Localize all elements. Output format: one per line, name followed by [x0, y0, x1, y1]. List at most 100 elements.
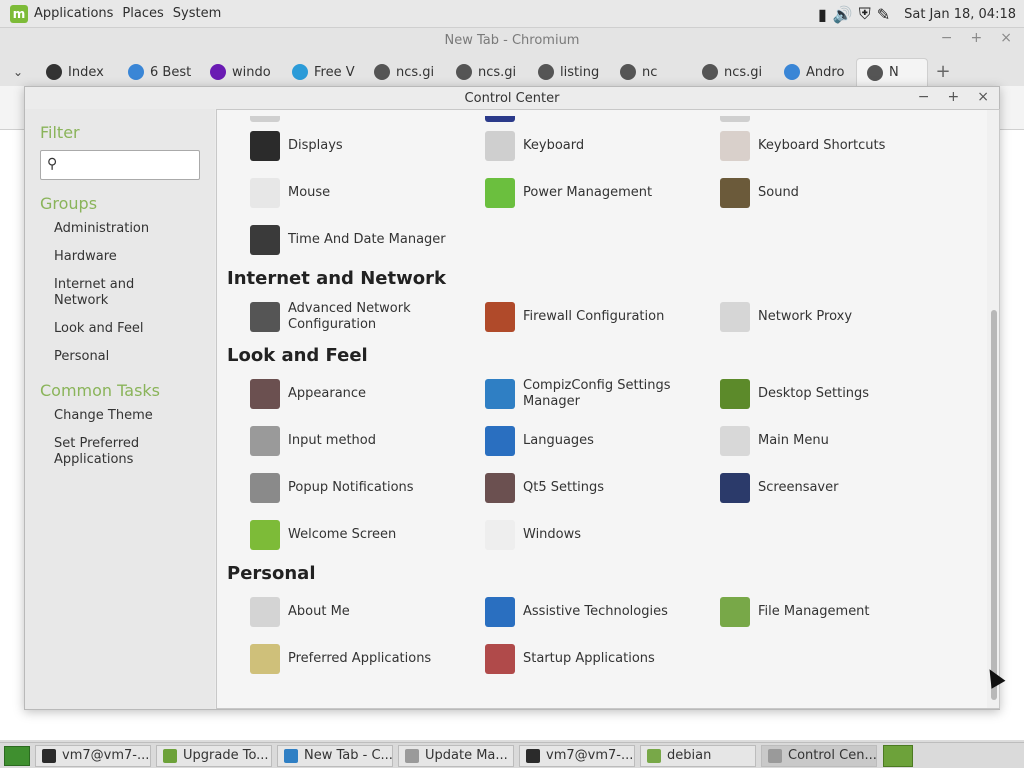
common-tasks-heading: Common Tasks: [40, 381, 161, 400]
applet-desktop-settings[interactable]: Desktop Settings: [720, 370, 955, 417]
group-hardware[interactable]: Hardware: [40, 249, 190, 265]
scrollbar[interactable]: [987, 110, 999, 708]
applet-label: Welcome Screen: [288, 526, 397, 542]
taskbar-button[interactable]: Upgrade To...: [156, 744, 272, 767]
taskbar-button[interactable]: Control Cen...: [761, 744, 877, 767]
applet-label: Preferred Applications: [288, 650, 432, 666]
applet-qt5-settings[interactable]: Qt5 Settings: [485, 464, 720, 511]
browser-tab[interactable]: Free V: [282, 58, 364, 86]
pen-icon[interactable]: ✎: [877, 5, 890, 24]
keyboard-shortcuts-icon: [720, 130, 750, 161]
filter-input[interactable]: [67, 155, 195, 175]
applet-advanced-network-configuration[interactable]: Advanced Network Configuration: [250, 293, 485, 340]
clock[interactable]: Sat Jan 18, 04:18: [904, 7, 1016, 22]
network-tray-icon[interactable]: ▮: [818, 5, 827, 24]
browser-tab[interactable]: N: [856, 58, 928, 86]
taskbar-button[interactable]: vm7@vm7-...: [519, 744, 635, 767]
scrollbar-thumb[interactable]: [991, 310, 997, 700]
browser-tab[interactable]: nc: [610, 58, 692, 86]
taskbar-label: vm7@vm7-...: [546, 748, 634, 763]
workspace-switcher[interactable]: [883, 744, 913, 767]
browser-titlebar: New Tab - Chromium − + ×: [0, 28, 1024, 52]
applet-startup-applications[interactable]: Startup Applications: [485, 635, 720, 682]
browser-tab[interactable]: ncs.gi: [364, 58, 446, 86]
group-administration[interactable]: Administration: [40, 221, 190, 237]
taskbar-button[interactable]: debian: [640, 744, 756, 767]
tab-label: ncs.gi: [478, 64, 517, 80]
browser-tab[interactable]: 6 Best: [118, 58, 200, 86]
tab-favicon-icon: [784, 64, 800, 80]
browser-tab[interactable]: ncs.gi: [692, 58, 774, 86]
minimize-icon[interactable]: −: [918, 89, 930, 105]
speaker-icon: [720, 177, 750, 208]
applet-network-proxy[interactable]: Network Proxy: [720, 293, 955, 340]
applet-row: Appearance CompizConfig Settings Manager D…: [217, 370, 987, 417]
applet-sound[interactable]: Sound: [720, 169, 955, 216]
taskbar-button[interactable]: vm7@vm7-...: [35, 744, 151, 767]
applet-mouse[interactable]: Mouse: [250, 169, 485, 216]
group-look-and-feel[interactable]: Look and Feel: [40, 321, 190, 337]
applet-label: Time And Date Manager: [288, 231, 446, 247]
applet-main-menu[interactable]: Main Menu: [720, 417, 955, 464]
menu-applications[interactable]: Applications: [34, 6, 122, 21]
applet-about-me[interactable]: About Me: [250, 588, 485, 635]
group-internet-and-network[interactable]: Internet and Network: [40, 277, 190, 309]
taskbar-button[interactable]: Update Ma...: [398, 744, 514, 767]
task-change-theme[interactable]: Change Theme: [40, 408, 190, 424]
applet-displays[interactable]: Displays: [250, 122, 485, 169]
applet-assistive-technologies[interactable]: Assistive Technologies: [485, 588, 720, 635]
group-personal[interactable]: Personal: [40, 349, 190, 365]
applet-time-and-date-manager[interactable]: Time And Date Manager: [250, 216, 485, 263]
maximize-icon[interactable]: +: [971, 30, 983, 46]
minimize-icon[interactable]: −: [941, 30, 953, 46]
applet-power-management[interactable]: Power Management: [485, 169, 720, 216]
applet-keyboard-shortcuts[interactable]: Keyboard Shortcuts: [720, 122, 955, 169]
windows-icon: [485, 519, 515, 550]
mint-menu-icon[interactable]: m: [10, 4, 28, 23]
applet-row: About Me Assistive Technologies File Manag…: [217, 588, 987, 635]
close-icon[interactable]: ×: [977, 89, 989, 105]
applet-label: Assistive Technologies: [523, 603, 668, 619]
new-tab-button[interactable]: +: [928, 58, 958, 86]
notification-icon: [250, 472, 280, 503]
applet-input-method[interactable]: Input method: [250, 417, 485, 464]
menu-places[interactable]: Places: [122, 6, 172, 21]
menu-system[interactable]: System: [173, 6, 230, 21]
tab-label: nc: [642, 64, 658, 80]
volume-icon[interactable]: 🔊: [833, 5, 853, 24]
applet-screensaver[interactable]: Screensaver: [720, 464, 955, 511]
shield-icon[interactable]: ⛨: [859, 4, 871, 24]
control-center-titlebar[interactable]: Control Center − + ×: [25, 87, 999, 109]
applet-label: Qt5 Settings: [523, 479, 605, 495]
applet-welcome-screen[interactable]: Welcome Screen: [250, 511, 485, 558]
groups-heading: Groups: [40, 194, 98, 213]
show-desktop-button[interactable]: [4, 745, 30, 766]
applet-preferred-applications[interactable]: Preferred Applications: [250, 635, 485, 682]
applet-file-management[interactable]: File Management: [720, 588, 955, 635]
taskbar-button[interactable]: New Tab - C...: [277, 744, 393, 767]
close-icon[interactable]: ×: [1000, 30, 1012, 46]
browser-tab[interactable]: ncs.gi: [446, 58, 528, 86]
browser-tab[interactable]: listing: [528, 58, 610, 86]
network-icon: [250, 301, 280, 332]
applet-languages[interactable]: Languages: [485, 417, 720, 464]
applet-label: Desktop Settings: [758, 385, 870, 401]
tab-list-chevron-icon[interactable]: ⌄: [0, 58, 36, 86]
applet-windows[interactable]: Windows: [485, 511, 720, 558]
taskbar-app-icon: [526, 748, 540, 763]
applet-appearance[interactable]: Appearance: [250, 370, 485, 417]
maximize-icon[interactable]: +: [948, 89, 960, 105]
tab-favicon-icon: [456, 64, 472, 80]
applet-firewall-configuration[interactable]: Firewall Configuration: [485, 293, 720, 340]
task-set-preferred-applications[interactable]: Set Preferred Applications: [40, 436, 190, 468]
folder-icon: [720, 596, 750, 627]
browser-tab[interactable]: windo: [200, 58, 282, 86]
applet-compizconfig-settings-manager[interactable]: CompizConfig Settings Manager: [485, 370, 720, 417]
browser-tab[interactable]: Andro: [774, 58, 856, 86]
applet-label: Network Proxy: [758, 308, 853, 324]
browser-tab[interactable]: Index: [36, 58, 118, 86]
applet-popup-notifications[interactable]: Popup Notifications: [250, 464, 485, 511]
keyboard-icon: [485, 130, 515, 161]
input-method-icon: [250, 425, 280, 456]
applet-keyboard[interactable]: Keyboard: [485, 122, 720, 169]
